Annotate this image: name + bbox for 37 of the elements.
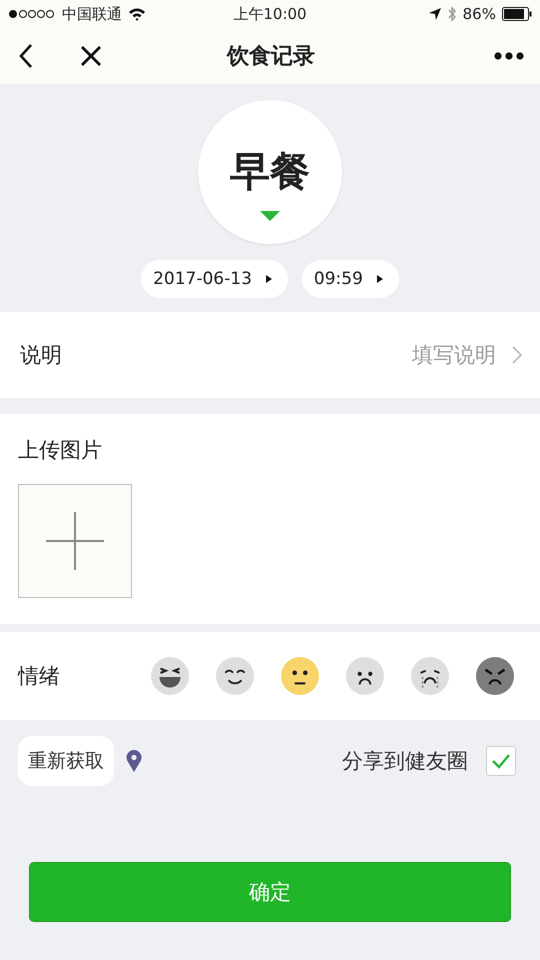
meal-name: 早餐 [230,148,310,196]
share-label: 分享到健友圈 [342,748,468,775]
angry-face-icon[interactable] [476,657,514,695]
worried-face-icon[interactable] [346,657,384,695]
clock-time: 上午10:00 [233,4,307,24]
dropdown-triangle-icon [260,210,280,220]
neutral-face-icon[interactable] [281,657,319,695]
more-icon[interactable] [494,52,524,60]
plus-icon [46,512,104,570]
checkmark-icon [491,753,511,769]
date-picker[interactable]: 2017-06-13 [141,260,288,298]
wifi-icon [128,7,146,21]
signal-icon [8,9,56,19]
upload-label: 上传图片 [18,437,103,464]
carrier-name: 中国联通 [62,4,122,24]
note-label: 说明 [20,342,62,369]
caret-icon [266,275,272,283]
smile-face-icon[interactable] [216,657,254,695]
page-title: 饮食记录 [227,43,315,71]
share-checkbox[interactable] [486,746,516,776]
laugh-face-icon[interactable] [151,657,189,695]
refetch-location-button[interactable]: 重新获取 [18,736,114,786]
note-placeholder: 填写说明 [412,342,496,369]
battery-percent: 86% [462,5,496,23]
bluetooth-icon [446,6,457,22]
caret-icon [376,275,383,283]
close-icon[interactable] [80,45,102,67]
location-arrow-icon [428,8,441,20]
cry-face-icon[interactable] [411,657,449,695]
meal-selector[interactable]: 早餐 [198,100,342,244]
map-pin-icon [126,750,142,772]
back-icon[interactable] [18,43,34,69]
time-picker[interactable]: 09:59 [302,260,399,298]
battery-icon [502,7,532,21]
mood-label: 情绪 [18,663,60,690]
note-row[interactable]: 说明 填写说明 [0,312,540,398]
chevron-right-icon [512,346,522,364]
